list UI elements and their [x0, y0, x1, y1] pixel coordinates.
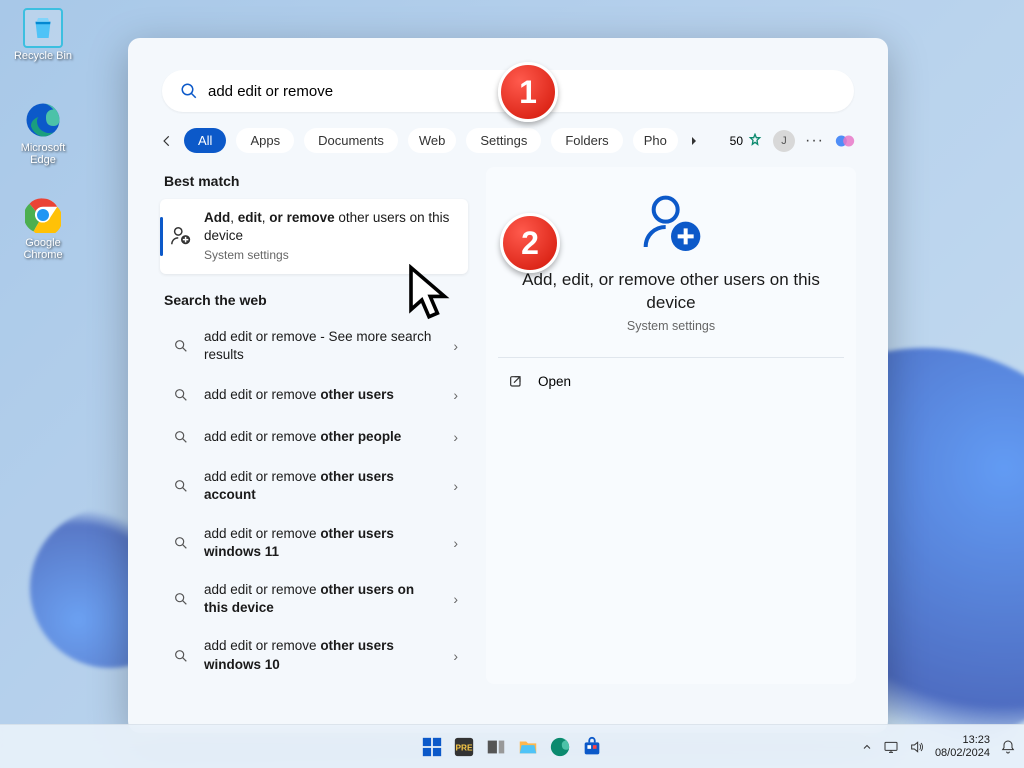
best-match-result[interactable]: Add, edit, or remove other users on this… — [160, 199, 468, 274]
web-result[interactable]: add edit or remove other users windows 1… — [160, 515, 468, 571]
open-action[interactable]: Open — [502, 364, 840, 400]
start-button[interactable] — [419, 734, 445, 760]
web-result[interactable]: add edit or remove - See more search res… — [160, 318, 468, 374]
search-icon — [180, 82, 198, 100]
result-title: Add, edit, or remove other users on this… — [204, 209, 458, 245]
desktop-icon-label: Google Chrome — [8, 237, 78, 261]
filter-documents[interactable]: Documents — [304, 128, 398, 153]
filter-folders[interactable]: Folders — [551, 128, 622, 153]
desktop-icon-recycle-bin[interactable]: Recycle Bin — [8, 8, 78, 62]
result-title: add edit or remove other users windows 1… — [204, 637, 441, 673]
desktop-icon-label: Recycle Bin — [8, 50, 78, 62]
search-icon — [170, 645, 192, 667]
chevron-right-icon[interactable]: › — [453, 648, 458, 664]
filter-photos[interactable]: Pho — [633, 128, 678, 153]
overflow-menu-icon[interactable]: ··· — [805, 132, 824, 150]
copilot-icon[interactable] — [834, 130, 856, 152]
start-search-panel: All Apps Documents Web Settings Folders … — [128, 38, 888, 733]
clock[interactable]: 13:23 08/02/2024 — [935, 734, 990, 759]
network-icon[interactable] — [883, 739, 899, 755]
filter-all[interactable]: All — [184, 128, 226, 153]
file-explorer-icon[interactable] — [515, 734, 541, 760]
section-best-match: Best match — [164, 173, 464, 189]
chevron-right-icon[interactable]: › — [453, 387, 458, 403]
desktop-icon-edge[interactable]: Microsoft Edge — [8, 100, 78, 166]
desktop-icon-chrome[interactable]: Google Chrome — [8, 195, 78, 261]
chevron-right-icon[interactable]: › — [453, 591, 458, 607]
rewards-icon — [747, 133, 763, 149]
volume-icon[interactable] — [909, 739, 925, 755]
tray-overflow-icon[interactable] — [861, 741, 873, 753]
open-label: Open — [538, 374, 571, 389]
chevron-right-icon[interactable]: › — [453, 478, 458, 494]
divider — [498, 357, 844, 358]
taskbar-app-icon[interactable]: PRE — [451, 734, 477, 760]
chevron-right-icon[interactable]: › — [453, 535, 458, 551]
add-user-icon — [639, 191, 703, 255]
edge-icon — [25, 102, 61, 138]
result-title: add edit or remove other users windows 1… — [204, 525, 441, 561]
web-result[interactable]: add edit or remove other users account › — [160, 458, 468, 514]
search-icon — [170, 475, 192, 497]
user-avatar[interactable]: J — [773, 130, 795, 152]
filter-overflow-icon[interactable] — [688, 135, 700, 147]
filter-web[interactable]: Web — [408, 128, 457, 153]
task-view-icon[interactable] — [483, 734, 509, 760]
web-result[interactable]: add edit or remove other people › — [160, 416, 468, 458]
chevron-right-icon[interactable]: › — [453, 429, 458, 445]
results-column: Best match Add, edit, or remove other us… — [160, 167, 468, 684]
result-title: add edit or remove other users — [204, 386, 441, 404]
recycle-bin-icon — [28, 13, 58, 43]
desktop-icon-label: Microsoft Edge — [8, 142, 78, 166]
web-result[interactable]: add edit or remove other users on this d… — [160, 571, 468, 627]
annotation-callout-1: 1 — [498, 62, 558, 122]
web-result[interactable]: add edit or remove other users › — [160, 374, 468, 416]
add-user-icon — [170, 225, 192, 247]
result-subtitle: System settings — [204, 247, 458, 263]
chevron-right-icon[interactable]: › — [453, 338, 458, 354]
filter-row: All Apps Documents Web Settings Folders … — [148, 128, 868, 167]
section-search-web: Search the web — [164, 292, 464, 308]
filter-apps[interactable]: Apps — [236, 128, 294, 153]
search-icon — [170, 426, 192, 448]
search-icon — [170, 335, 192, 357]
annotation-callout-2: 2 — [500, 213, 560, 273]
rewards-points[interactable]: 50 — [730, 133, 763, 149]
notifications-icon[interactable] — [1000, 739, 1016, 755]
store-icon[interactable] — [579, 734, 605, 760]
open-icon — [508, 374, 524, 390]
result-title: add edit or remove - See more search res… — [204, 328, 441, 364]
chrome-icon — [25, 197, 61, 233]
search-icon — [170, 588, 192, 610]
back-arrow-icon[interactable] — [160, 134, 174, 148]
preview-title: Add, edit, or remove other users on this… — [502, 269, 840, 315]
edge-taskbar-icon[interactable] — [547, 734, 573, 760]
taskbar: PRE 13:23 08/02/2024 — [0, 724, 1024, 768]
filter-settings[interactable]: Settings — [466, 128, 541, 153]
result-title: add edit or remove other users account — [204, 468, 441, 504]
search-icon — [170, 532, 192, 554]
search-icon — [170, 384, 192, 406]
result-title: add edit or remove other people — [204, 428, 441, 446]
preview-subtitle: System settings — [502, 319, 840, 333]
result-title: add edit or remove other users on this d… — [204, 581, 441, 617]
web-result[interactable]: add edit or remove other users windows 1… — [160, 627, 468, 683]
svg-text:PRE: PRE — [456, 743, 473, 752]
